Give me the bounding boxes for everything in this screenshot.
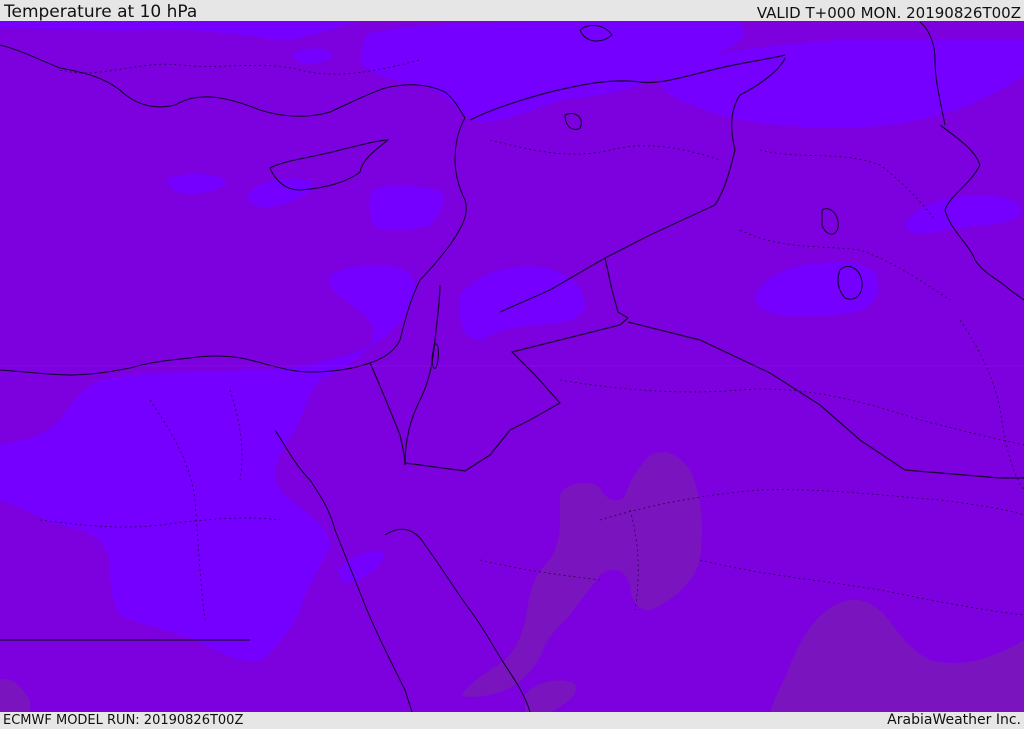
temperature-map[interactable] <box>0 21 1024 712</box>
map-title: Temperature at 10 hPa <box>4 2 198 22</box>
map-canvas <box>0 21 1024 712</box>
header-bar: Temperature at 10 hPa VALID T+000 MON. 2… <box>0 0 1024 21</box>
credit-label: ArabiaWeather Inc. <box>887 712 1021 728</box>
valid-time-label: VALID T+000 MON. 20190826T00Z <box>756 4 1021 22</box>
model-run-label: ECMWF MODEL RUN: 20190826T00Z <box>3 713 244 728</box>
footer-bar: ECMWF MODEL RUN: 20190826T00Z ArabiaWeat… <box>0 712 1024 729</box>
